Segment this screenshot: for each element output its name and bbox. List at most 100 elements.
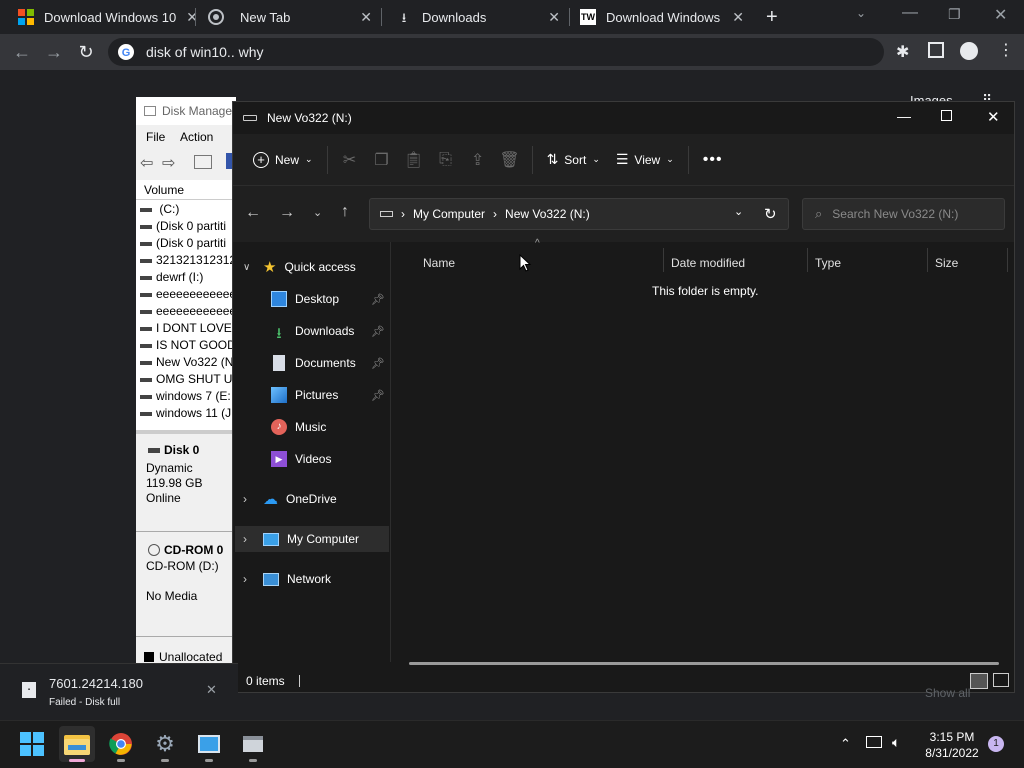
nav-item-documents[interactable]: Documents 📌︎ [235,350,387,376]
close-tab-icon[interactable]: ✕ [186,9,198,26]
column-type[interactable]: Type [815,252,841,274]
disk0-panel[interactable]: Disk 0 Dynamic 119.98 GB Online [136,437,236,532]
nav-onedrive[interactable]: › ☁ OneDrive [235,486,387,512]
pin-icon[interactable]: 📌︎ [371,357,385,370]
pin-icon[interactable]: 📌︎ [371,293,385,306]
download-item[interactable]: ▪ 7601.24214.180 Failed - Disk full ✕ [0,663,238,718]
menu-action[interactable]: Action [180,130,213,144]
volume-row[interactable]: IS NOT GOOD [140,338,236,352]
profile-avatar[interactable] [960,42,978,60]
breadcrumb-item[interactable]: My Computer [413,207,485,221]
nav-item-pictures[interactable]: Pictures 📌︎ [235,382,387,408]
forward-arrow-icon[interactable]: → [279,204,295,222]
column-date-modified[interactable]: Date modified [671,252,745,274]
back-icon[interactable]: ← [10,40,34,64]
volume-row[interactable]: (Disk 0 partiti [140,236,226,250]
column-header-volume[interactable]: Volume [136,180,236,200]
nav-network[interactable]: › Network [235,566,387,592]
show-all-downloads[interactable]: Show all [925,686,970,700]
rename-icon[interactable]: ⎘ [430,144,462,176]
search-input[interactable]: ⌕ Search New Vo322 (N:) [802,198,1005,230]
delete-icon[interactable]: 🗑︎ [494,144,526,176]
menu-file[interactable]: File [146,130,165,144]
recent-locations-icon[interactable]: ⌄ [313,206,322,219]
new-button[interactable]: + New ⌄ [245,144,321,176]
back-arrow-icon[interactable]: ⇦ [140,153,153,173]
system-clock[interactable]: 3:15 PM 8/31/2022 [924,729,980,761]
large-icons-view-icon[interactable] [993,673,1009,687]
notification-badge[interactable]: 1 [988,736,1004,752]
minimize-icon[interactable]: — [902,4,918,22]
nav-item-music[interactable]: ♪ Music [235,414,387,440]
volume-row[interactable]: eeeeeeeeeeee [140,304,236,318]
up-arrow-icon[interactable]: ↑ [341,203,349,221]
side-panel-icon[interactable] [928,42,944,58]
column-size[interactable]: Size [935,252,958,274]
back-arrow-icon[interactable]: ← [245,204,261,222]
tab-search-icon[interactable]: ⌄ [856,6,866,20]
close-icon[interactable]: ✕ [206,682,217,698]
column-name[interactable]: Name [423,252,455,274]
browser-tab[interactable]: Download Windows 10 ✕ [8,0,198,34]
breadcrumb[interactable]: › My Computer › New Vo322 (N:) ⌄ ↻ [369,198,789,230]
refresh-icon[interactable]: ↻ [764,205,777,223]
volume-icon[interactable]: 🔈︎ [892,734,900,751]
view-button[interactable]: ☰ View ⌄ [608,144,682,176]
volume-row[interactable]: 321321312312 [140,253,236,267]
column-divider[interactable] [663,248,664,272]
maximize-icon[interactable] [941,110,952,121]
nav-item-downloads[interactable]: ⭳ Downloads 📌︎ [235,318,387,344]
volume-row[interactable]: OMG SHUT UP [140,372,236,386]
volume-row[interactable]: (Disk 0 partiti [140,219,226,233]
copy-icon[interactable]: ❐ [366,144,398,176]
volume-row[interactable]: (C:) [140,202,179,216]
cut-icon[interactable]: ✂ [334,144,366,176]
browser-tab[interactable]: TW Download Windows 7 | ✕ [570,0,754,34]
nav-quick-access[interactable]: ∨ ★ Quick access [235,254,387,280]
browser-tab[interactable]: ⭳ Downloads ✕ [386,0,570,34]
share-icon[interactable]: ⇪ [462,144,494,176]
chevron-down-icon[interactable]: ⌄ [734,205,743,218]
address-bar[interactable]: G disk of win10.. why [108,38,884,66]
more-icon[interactable]: ⋮ [998,40,1014,60]
close-tab-icon[interactable]: ✕ [548,9,560,26]
forward-arrow-icon[interactable]: ⇨ [162,153,175,173]
close-icon[interactable]: ✕ [994,5,1007,25]
horizontal-scrollbar[interactable] [409,662,999,665]
minimize-icon[interactable]: — [897,108,911,124]
volume-row[interactable]: windows 11 (J [140,406,231,420]
new-tab-icon[interactable]: + [766,6,778,29]
breadcrumb-item[interactable]: New Vo322 (N:) [505,207,590,221]
paste-icon[interactable]: 📋︎ [398,144,430,176]
column-divider[interactable] [807,248,808,272]
close-icon[interactable]: ✕ [987,108,1000,126]
splitter[interactable] [136,430,236,434]
pin-icon[interactable]: 📌︎ [371,389,385,402]
forward-icon[interactable]: → [42,40,66,64]
title-bar[interactable]: New Vo322 (N:) — ✕ [233,102,1014,134]
pin-icon[interactable]: 📌︎ [371,325,385,338]
sort-button[interactable]: ⇅ Sort ⌄ [539,144,608,176]
nav-my-computer[interactable]: › My Computer [235,526,389,552]
see-more-icon[interactable]: ••• [695,144,731,176]
nav-item-desktop[interactable]: Desktop 📌︎ [235,286,387,312]
restore-icon[interactable]: ❐ [948,6,961,23]
volume-row[interactable]: eeeeeeeeeeee [140,287,236,301]
volume-row[interactable]: windows 7 (E: [140,389,231,403]
details-view-icon[interactable] [970,673,988,689]
taskbar-disk-management[interactable] [191,726,227,762]
reload-icon[interactable]: ↻ [74,40,98,64]
cdrom-panel[interactable]: CD-ROM 0 CD-ROM (D:) No Media [136,537,236,637]
taskbar-chrome[interactable] [103,726,139,762]
show-hidden-icons-icon[interactable]: ⌃ [840,736,851,752]
network-status-icon[interactable] [866,736,882,748]
browser-tab[interactable]: New Tab ✕ [198,0,382,34]
extensions-icon[interactable]: ✱ [896,42,909,62]
nav-item-videos[interactable]: ▶ Videos [235,446,387,472]
volume-row[interactable]: New Vo322 (N [140,355,233,369]
column-divider[interactable] [927,248,928,272]
close-tab-icon[interactable]: ✕ [360,9,372,26]
volume-row[interactable]: I DONT LOVE Y [140,321,236,335]
volume-row[interactable]: dewrf (I:) [140,270,203,284]
taskbar-app[interactable] [235,726,271,762]
